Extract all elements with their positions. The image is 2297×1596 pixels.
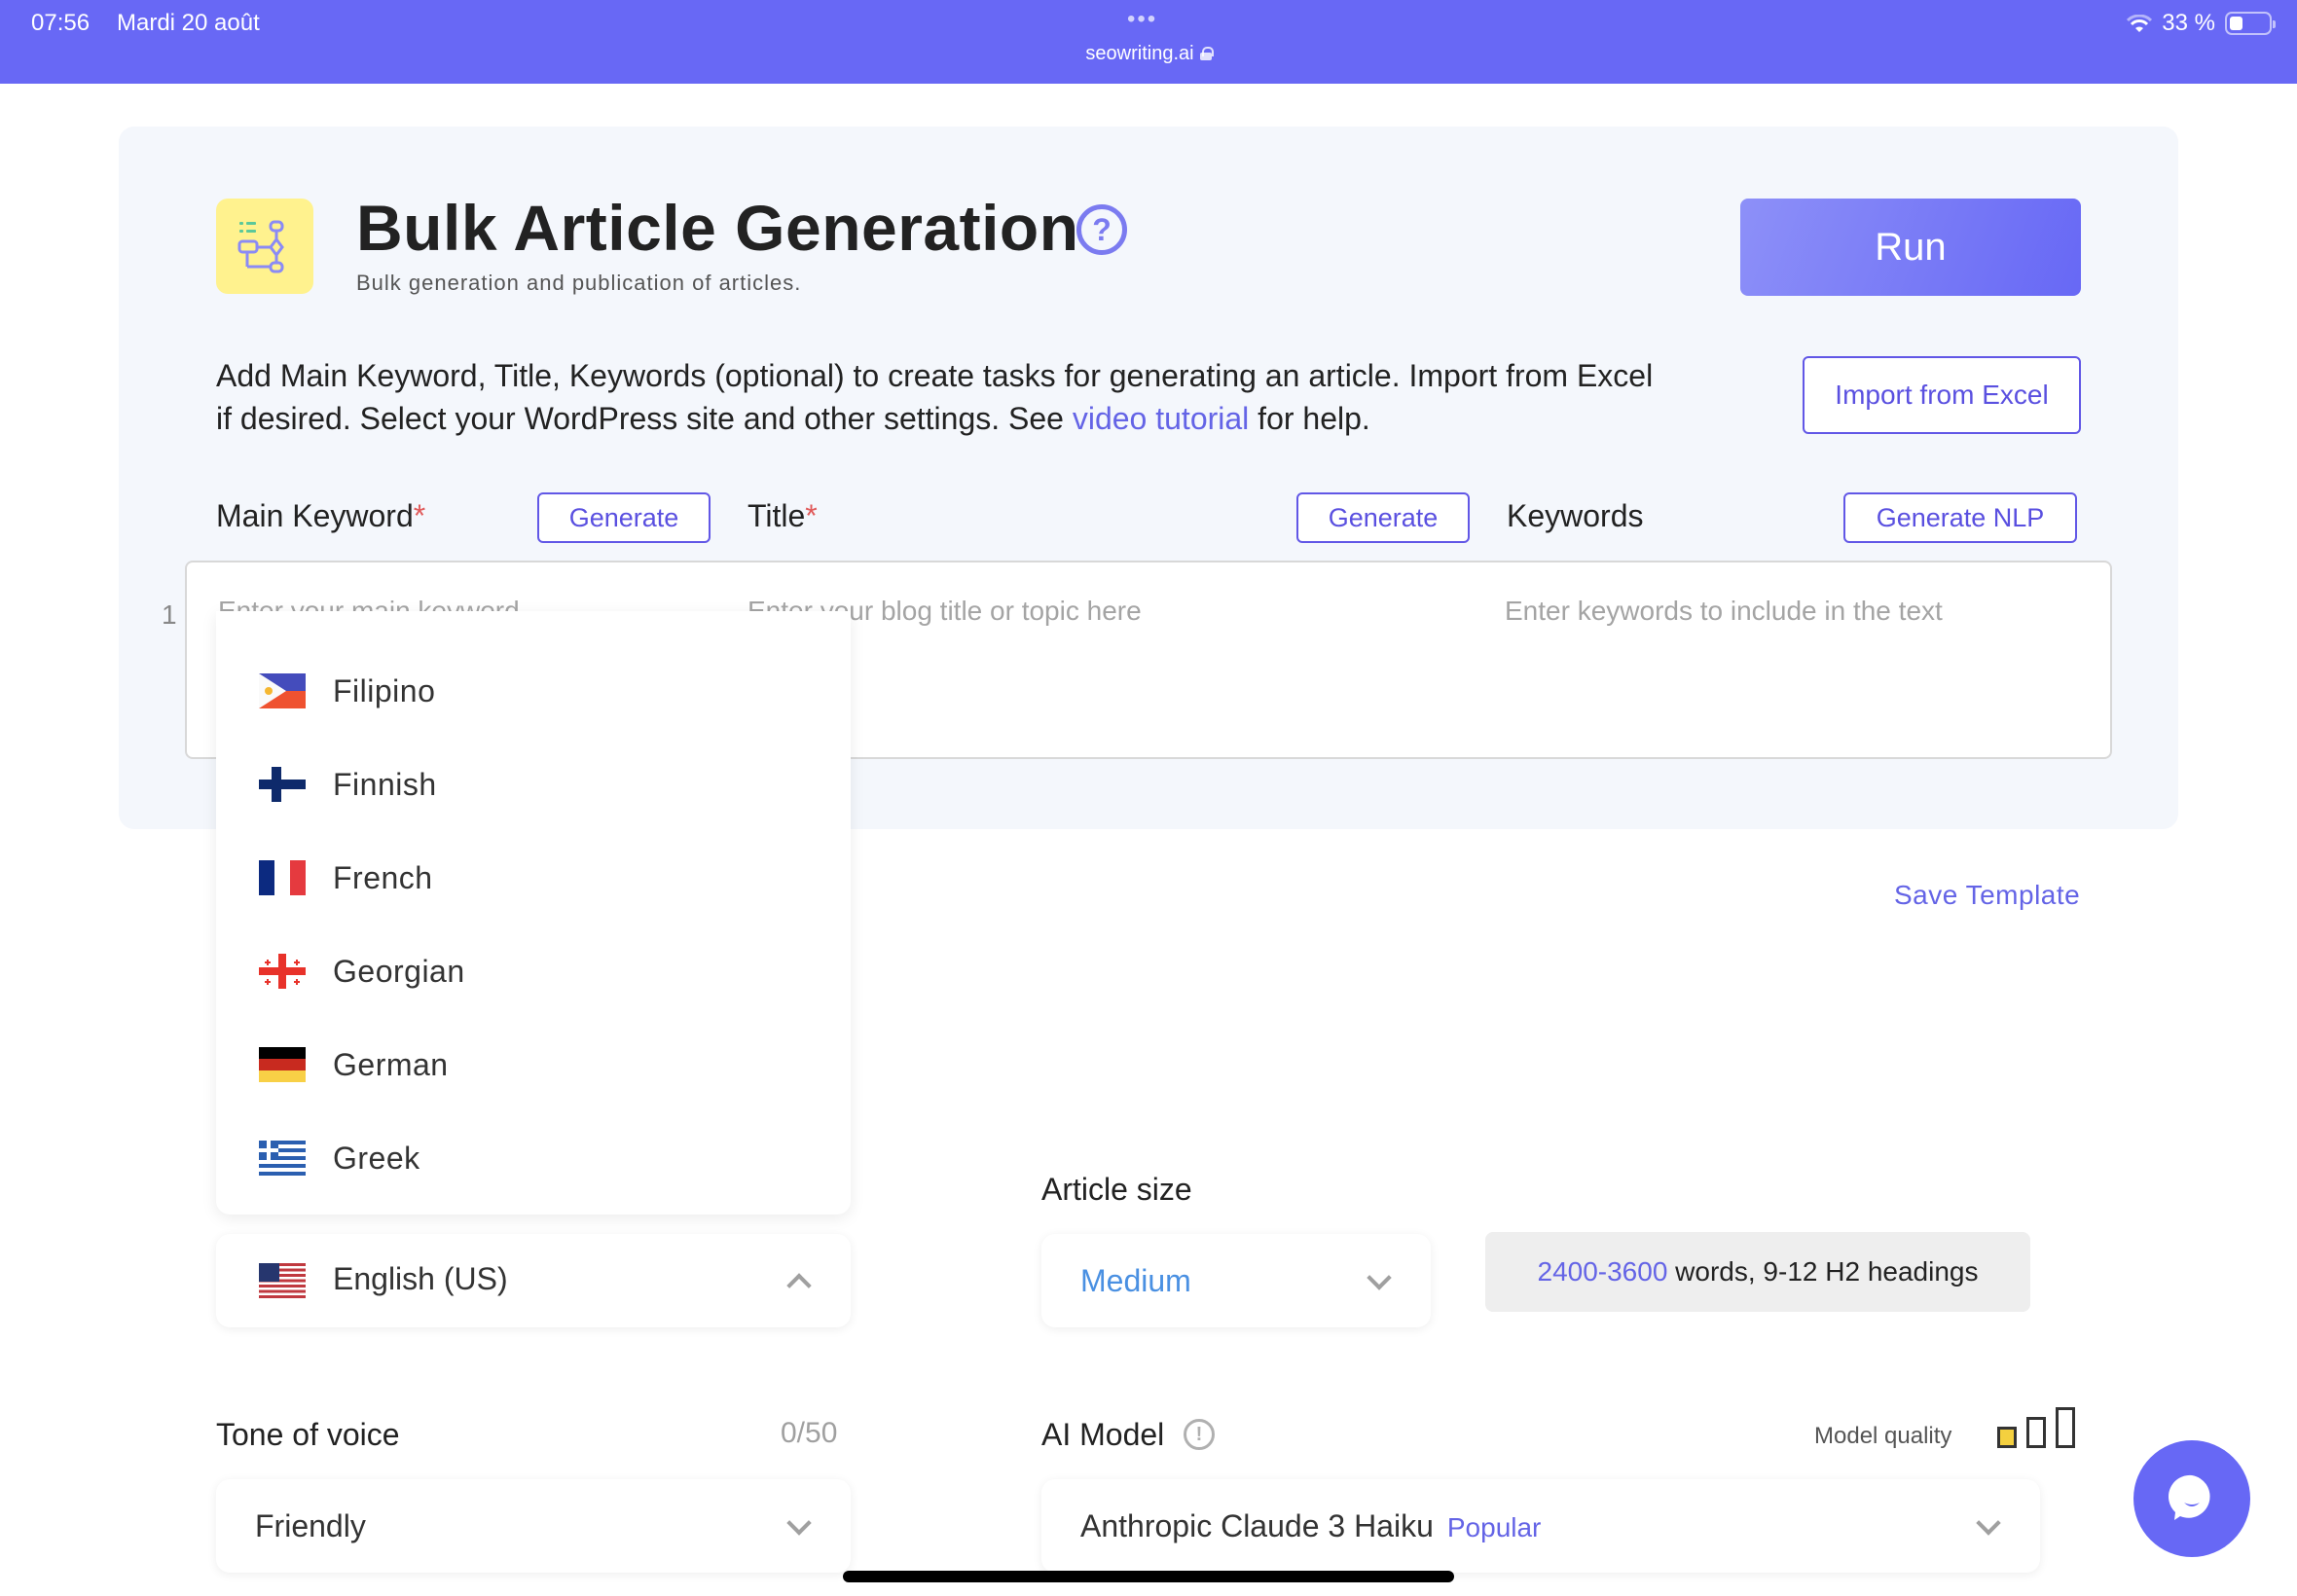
language-selected-value: English (US) <box>333 1261 508 1296</box>
article-size-value: Medium <box>1080 1263 1191 1298</box>
title-label-text: Title <box>747 498 806 533</box>
keywords-input[interactable]: Enter keywords to include in the text <box>1505 596 1943 627</box>
language-option-label: Estonian <box>333 611 458 616</box>
ai-model-value: Anthropic Claude 3 Haiku Popular <box>1080 1508 1541 1544</box>
battery-icon <box>2225 12 2276 35</box>
chat-bubble-icon <box>2169 1474 2210 1520</box>
ai-model-name: Anthropic Claude 3 Haiku <box>1080 1508 1434 1543</box>
generate-nlp-button[interactable]: Generate NLP <box>1843 492 2077 543</box>
generate-title-button[interactable]: Generate <box>1296 492 1470 543</box>
battery-percent: 33 % <box>2162 10 2215 36</box>
tone-selected-value: Friendly <box>255 1508 366 1543</box>
video-tutorial-link[interactable]: video tutorial <box>1073 401 1249 436</box>
tone-char-count: 0/50 <box>781 1417 838 1449</box>
wifi-icon <box>2127 14 2153 33</box>
quality-bar-1 <box>1997 1427 2017 1448</box>
chat-support-button[interactable] <box>2133 1440 2250 1557</box>
page-title: Bulk Article Generation <box>356 192 1079 264</box>
word-range: 2400-3600 <box>1537 1256 1668 1287</box>
language-select[interactable]: English (US) <box>216 1234 851 1327</box>
more-dots-icon[interactable]: ••• <box>1127 6 1157 33</box>
flag-finland-icon <box>259 767 306 802</box>
page-subtitle: Bulk generation and publication of artic… <box>356 271 802 295</box>
home-indicator[interactable] <box>843 1571 1454 1582</box>
quality-bar-2 <box>2026 1417 2046 1448</box>
language-option-german[interactable]: German <box>216 1018 851 1111</box>
required-mark: * <box>805 498 818 533</box>
flag-greece-icon <box>259 1141 306 1176</box>
chevron-down-icon <box>1976 1510 2001 1536</box>
address-bar[interactable]: seowriting.ai <box>0 43 2297 65</box>
flag-estonia-icon <box>259 611 306 615</box>
model-quality-label: Model quality <box>1814 1423 1952 1449</box>
model-quality-indicator <box>1995 1405 2083 1448</box>
battery-level <box>2230 17 2242 30</box>
tone-of-voice-label: Tone of voice <box>216 1417 400 1452</box>
article-size-select[interactable]: Medium <box>1041 1234 1431 1327</box>
workflow-icon <box>216 199 313 294</box>
language-option-label: German <box>333 1046 449 1082</box>
article-size-info: 2400-3600 words, 9-12 H2 headings <box>1485 1232 2030 1312</box>
language-option-french[interactable]: French <box>216 831 851 925</box>
description-text-end: for help. <box>1249 401 1370 436</box>
language-option-label: Georgian <box>333 953 465 989</box>
language-option-filipino[interactable]: Filipino <box>216 644 851 738</box>
flag-philippines-icon <box>259 673 306 708</box>
chevron-up-icon <box>786 1273 812 1298</box>
lock-icon <box>1199 47 1214 60</box>
status-time: 07:56 <box>31 10 91 36</box>
language-option-label: Finnish <box>333 766 437 802</box>
description-text: Add Main Keyword, Title, Keywords (optio… <box>216 358 1654 436</box>
main-keyword-label: Main Keyword* <box>216 498 425 534</box>
word-range-details: words, 9-12 H2 headings <box>1667 1256 1979 1287</box>
language-option-greek[interactable]: Greek <box>216 1111 851 1205</box>
language-option-label: French <box>333 859 433 895</box>
ai-model-select[interactable]: Anthropic Claude 3 Haiku Popular <box>1041 1479 2040 1573</box>
language-option-georgian[interactable]: Georgian <box>216 925 851 1018</box>
description: Add Main Keyword, Title, Keywords (optio… <box>216 354 1676 440</box>
chevron-down-icon <box>1367 1265 1392 1290</box>
flag-usa-icon <box>259 1263 306 1298</box>
main-keyword-label-text: Main Keyword <box>216 498 414 533</box>
popular-badge: Popular <box>1446 1512 1542 1542</box>
import-from-excel-button[interactable]: Import from Excel <box>1803 356 2081 434</box>
run-button[interactable]: Run <box>1740 199 2081 296</box>
row-number: 1 <box>162 599 177 630</box>
language-option-finnish[interactable]: Finnish <box>216 738 851 831</box>
info-icon[interactable]: ! <box>1184 1419 1215 1450</box>
status-date: Mardi 20 août <box>117 10 260 36</box>
language-option-label: Filipino <box>333 672 436 708</box>
help-icon[interactable]: ? <box>1076 204 1127 255</box>
url-text: seowriting.ai <box>1085 43 1194 64</box>
keywords-label: Keywords <box>1507 498 1644 533</box>
flag-germany-icon <box>259 1047 306 1082</box>
status-bar: 07:56 Mardi 20 août ••• seowriting.ai 33… <box>0 0 2297 84</box>
quality-bar-3 <box>2056 1407 2075 1448</box>
flag-france-icon <box>259 860 306 895</box>
required-mark: * <box>413 498 426 533</box>
save-template-link[interactable]: Save Template <box>1894 880 2080 911</box>
flag-georgia-icon <box>259 954 306 989</box>
language-dropdown-list[interactable]: Estonian Filipino Finnish French Georgia… <box>216 611 851 1215</box>
tone-of-voice-select[interactable]: Friendly <box>216 1479 851 1573</box>
language-option-label: Greek <box>333 1140 420 1176</box>
article-size-label: Article size <box>1041 1172 1192 1207</box>
ai-model-label: AI Model <box>1041 1417 1165 1452</box>
language-option-estonian[interactable]: Estonian <box>216 611 851 644</box>
title-label: Title* <box>747 498 818 534</box>
generate-keyword-button[interactable]: Generate <box>537 492 711 543</box>
chevron-down-icon <box>786 1510 812 1536</box>
